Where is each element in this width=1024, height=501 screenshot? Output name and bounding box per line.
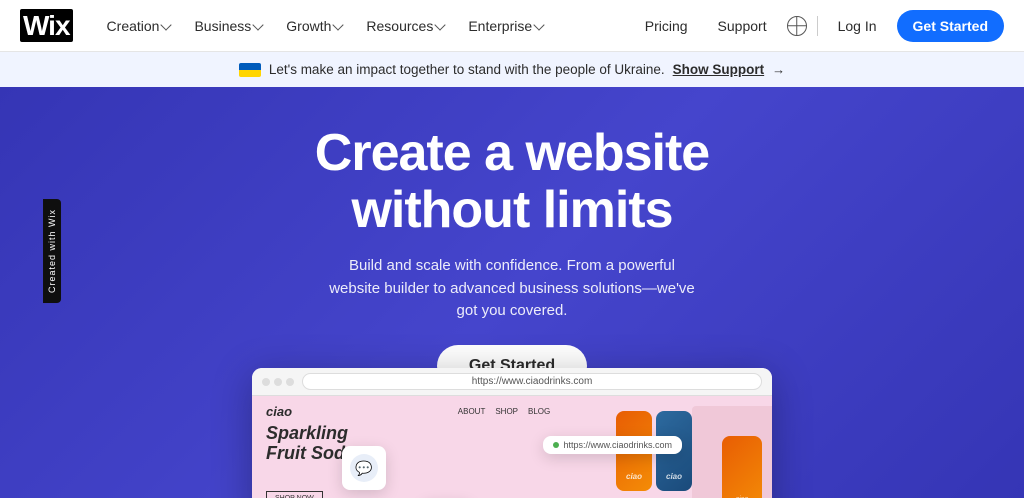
nav-item-creation[interactable]: Creation [97, 12, 181, 40]
nav-item-enterprise[interactable]: Enterprise [458, 12, 553, 40]
preview-site-logo: ciao [266, 404, 292, 419]
login-link[interactable]: Log In [828, 12, 887, 40]
preview-nav-blog: BLOG [528, 407, 550, 416]
url-secure-icon [553, 442, 559, 448]
hero-title-line2: without limits [351, 181, 672, 239]
nav-enterprise-label: Enterprise [468, 18, 532, 34]
preview-nav-shop: SHOP [495, 407, 518, 416]
preview-browser-bar: https://www.ciaodrinks.com [252, 368, 772, 396]
chevron-down-icon [253, 19, 264, 30]
ukraine-banner: Let's make an impact together to stand w… [0, 52, 1024, 87]
preview-url-bar: https://www.ciaodrinks.com [302, 373, 762, 390]
preview-nav-links: ABOUT SHOP BLOG [458, 407, 550, 416]
preview-url-popup: https://www.ciaodrinks.com [543, 436, 682, 454]
get-started-nav-button[interactable]: Get Started [897, 10, 1004, 42]
nav-right: Pricing Support Log In Get Started [635, 10, 1004, 42]
preview-side-can: ciao [722, 436, 762, 498]
dot-red [262, 378, 270, 386]
hero-section: Create a website without limits Build an… [0, 87, 1024, 498]
wix-logo[interactable]: Wix [20, 10, 73, 42]
preview-shop-button: SHOP NOW [266, 491, 323, 498]
sidebar-text: Created with Wix [47, 208, 57, 292]
chat-icon: 💬 [350, 454, 378, 482]
nav-item-growth[interactable]: Growth [276, 12, 352, 40]
hero-title-line1: Create a website [315, 124, 709, 182]
pricing-label: Pricing [645, 18, 688, 34]
hero-subtitle: Build and scale with confidence. From a … [322, 255, 702, 323]
nav-pricing[interactable]: Pricing [635, 12, 698, 40]
ukraine-message: Let's make an impact together to stand w… [269, 62, 665, 77]
nav-items: Creation Business Growth Resources Enter… [97, 12, 554, 40]
preview-side-can-label: ciao [736, 496, 749, 498]
nav-growth-label: Growth [286, 18, 331, 34]
nav-resources-label: Resources [366, 18, 433, 34]
nav-divider [817, 16, 818, 36]
chevron-down-icon [333, 19, 344, 30]
preview-side-panel: ciao [692, 406, 772, 498]
preview-hero-line1: Sparkling [266, 424, 355, 444]
dot-green [286, 378, 294, 386]
nav-business-label: Business [194, 18, 251, 34]
nav-item-resources[interactable]: Resources [356, 12, 454, 40]
browser-dots [262, 378, 294, 386]
support-label: Support [718, 18, 767, 34]
globe-icon[interactable] [787, 16, 807, 36]
dot-yellow [274, 378, 282, 386]
show-support-link[interactable]: Show Support [673, 62, 765, 77]
nav-item-business[interactable]: Business [184, 12, 272, 40]
nav-support[interactable]: Support [708, 12, 777, 40]
preview-site-content: ciao ABOUT SHOP BLOG Sparkling Fruit Sod… [252, 396, 772, 498]
can-label-orange: ciao [626, 472, 642, 481]
preview-url-display: https://www.ciaodrinks.com [563, 440, 672, 450]
chevron-down-icon [161, 19, 172, 30]
can-label-blue: ciao [666, 472, 682, 481]
ukraine-flag-icon [239, 63, 261, 77]
chevron-down-icon [435, 19, 446, 30]
preview-chat-widget: 💬 [342, 446, 386, 490]
chevron-down-icon [533, 19, 544, 30]
preview-nav-about: ABOUT [458, 407, 486, 416]
website-preview: https://www.ciaodrinks.com ciao ABOUT SH… [252, 368, 772, 498]
url-text: https://www.ciaodrinks.com [472, 376, 593, 387]
hero-title: Create a website without limits [315, 125, 709, 239]
arrow-right-icon: → [772, 62, 785, 77]
nav-creation-label: Creation [107, 18, 160, 34]
created-with-wix-sidebar: Created with Wix [43, 198, 61, 302]
navbar: Wix Creation Business Growth Resources E… [0, 0, 1024, 52]
